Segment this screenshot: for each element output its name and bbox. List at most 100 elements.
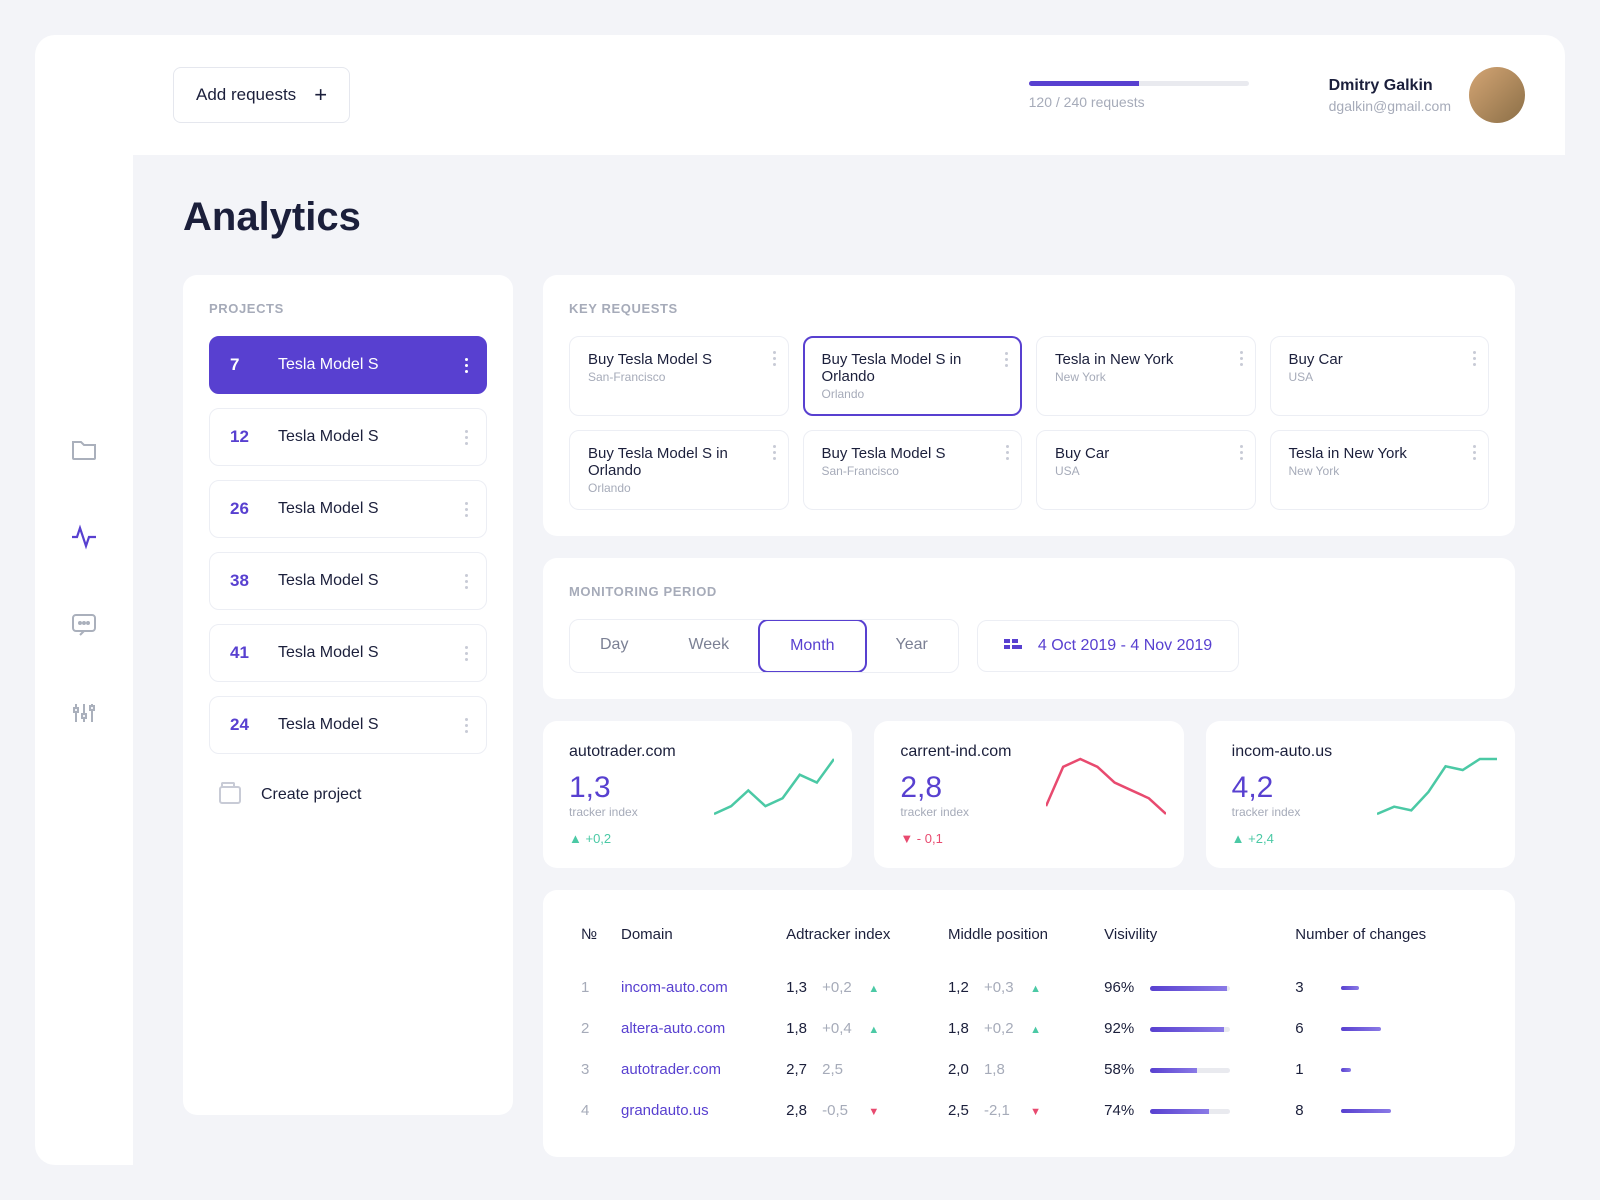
more-icon[interactable] (465, 646, 468, 661)
request-location: Orlando (588, 481, 770, 495)
request-card[interactable]: Tesla in New YorkNew York (1036, 336, 1256, 416)
cell-domain[interactable]: altera-auto.com (613, 1008, 778, 1049)
more-icon[interactable] (1006, 445, 1009, 460)
project-item[interactable]: 7Tesla Model S (209, 336, 487, 394)
project-number: 24 (230, 715, 254, 735)
more-icon[interactable] (465, 502, 468, 517)
domains-table-panel: № Domain Adtracker index Middle position… (543, 890, 1515, 1157)
project-name: Tesla Model S (278, 644, 379, 662)
more-icon[interactable] (1005, 352, 1008, 367)
cell-middle: 1,2+0,3 ▲ (940, 967, 1096, 1008)
request-title: Buy Tesla Model S (822, 445, 1004, 462)
tracker-card[interactable]: carrent-ind.com2,8tracker index▼ - 0,1 (874, 721, 1183, 868)
plus-icon: + (314, 84, 327, 106)
project-item[interactable]: 26Tesla Model S (209, 480, 487, 538)
cell-adtracker: 2,72,5 (778, 1049, 940, 1090)
more-icon[interactable] (1473, 351, 1476, 366)
create-project-button[interactable]: Create project (209, 768, 487, 822)
key-requests-heading: KEY REQUESTS (569, 301, 1489, 316)
monitoring-period-panel: MONITORING PERIOD Day Week Month Year 4 … (543, 558, 1515, 699)
settings-icon[interactable] (70, 699, 98, 727)
projects-heading: PROJECTS (209, 301, 487, 316)
domains-table: № Domain Adtracker index Middle position… (573, 916, 1485, 1131)
cell-changes: 3 (1287, 967, 1485, 1008)
cell-adtracker: 1,8+0,4 ▲ (778, 1008, 940, 1049)
projects-panel: PROJECTS 7Tesla Model S12Tesla Model S26… (183, 275, 513, 1115)
request-card[interactable]: Buy Tesla Model SSan-Francisco (569, 336, 789, 416)
user-name: Dmitry Galkin (1329, 77, 1451, 95)
more-icon[interactable] (465, 358, 468, 373)
cell-changes: 8 (1287, 1090, 1485, 1131)
more-icon[interactable] (465, 430, 468, 445)
topbar: Add requests + 120 / 240 requests Dmitry… (133, 35, 1565, 155)
cell-domain[interactable]: grandauto.us (613, 1090, 778, 1131)
monitoring-period-heading: MONITORING PERIOD (569, 584, 1489, 599)
cell-middle: 1,8+0,2 ▲ (940, 1008, 1096, 1049)
more-icon[interactable] (773, 351, 776, 366)
project-name: Tesla Model S (278, 428, 379, 446)
sidebar (35, 35, 133, 1165)
tab-week[interactable]: Week (658, 620, 759, 672)
project-item[interactable]: 12Tesla Model S (209, 408, 487, 466)
tab-year[interactable]: Year (866, 620, 958, 672)
col-adtracker: Adtracker index (778, 916, 940, 967)
add-requests-label: Add requests (196, 85, 296, 105)
request-card[interactable]: Buy Tesla Model S in OrlandoOrlando (569, 430, 789, 510)
more-icon[interactable] (1473, 445, 1476, 460)
project-item[interactable]: 38Tesla Model S (209, 552, 487, 610)
request-title: Buy Car (1289, 351, 1471, 368)
tracker-delta: ▲ +2,4 (1232, 831, 1489, 846)
requests-quota-label: 120 / 240 requests (1029, 94, 1249, 110)
cell-num: 2 (573, 1008, 613, 1049)
request-location: USA (1289, 370, 1471, 384)
more-icon[interactable] (465, 574, 468, 589)
cell-num: 3 (573, 1049, 613, 1090)
request-card[interactable]: Buy Tesla Model S in OrlandoOrlando (803, 336, 1023, 416)
date-range-picker[interactable]: 4 Oct 2019 - 4 Nov 2019 (977, 620, 1239, 672)
tracker-card[interactable]: incom-auto.us4,2tracker index▲ +2,4 (1206, 721, 1515, 868)
table-row: 1incom-auto.com1,3+0,2 ▲1,2+0,3 ▲96%3 (573, 967, 1485, 1008)
project-item[interactable]: 41 Tesla Model S (209, 624, 487, 682)
cell-visibility: 74% (1096, 1090, 1287, 1131)
cell-num: 4 (573, 1090, 613, 1131)
request-card[interactable]: Buy CarUSA (1036, 430, 1256, 510)
request-title: Tesla in New York (1289, 445, 1471, 462)
cell-domain[interactable]: incom-auto.com (613, 967, 778, 1008)
sparkline-chart (714, 749, 834, 819)
cell-visibility: 58% (1096, 1049, 1287, 1090)
tab-day[interactable]: Day (570, 620, 658, 672)
project-number: 38 (230, 571, 254, 591)
col-domain: Domain (613, 916, 778, 967)
request-location: New York (1289, 464, 1471, 478)
requests-quota: 120 / 240 requests (1029, 81, 1249, 110)
more-icon[interactable] (773, 445, 776, 460)
request-card[interactable]: Buy Car USA (1270, 336, 1490, 416)
avatar[interactable] (1469, 67, 1525, 123)
sparkline-chart (1377, 749, 1497, 819)
more-icon[interactable] (1240, 351, 1243, 366)
col-num: № (573, 916, 613, 967)
cell-domain[interactable]: autotrader.com (613, 1049, 778, 1090)
tab-month[interactable]: Month (758, 619, 866, 673)
user-menu[interactable]: Dmitry Galkin dgalkin@gmail.com (1329, 67, 1525, 123)
request-location: San-Francisco (588, 370, 770, 384)
request-card[interactable]: Buy Tesla Model SSan-Francisco (803, 430, 1023, 510)
project-number: 26 (230, 499, 254, 519)
tracker-card[interactable]: autotrader.com1,3tracker index▲ +0,2 (543, 721, 852, 868)
project-item[interactable]: 24 Tesla Model S (209, 696, 487, 754)
project-number: 7 (230, 355, 254, 375)
cell-adtracker: 2,8-0,5 ▼ (778, 1090, 940, 1131)
folder-icon[interactable] (70, 435, 98, 463)
table-row: 2altera-auto.com1,8+0,4 ▲1,8+0,2 ▲92%6 (573, 1008, 1485, 1049)
project-number: 41 (230, 643, 254, 663)
add-requests-button[interactable]: Add requests + (173, 67, 350, 123)
project-name: Tesla Model S (278, 716, 379, 734)
activity-icon[interactable] (70, 523, 98, 551)
col-middle: Middle position (940, 916, 1096, 967)
request-card[interactable]: Tesla in New York New York (1270, 430, 1490, 510)
cell-changes: 6 (1287, 1008, 1485, 1049)
more-icon[interactable] (1240, 445, 1243, 460)
more-icon[interactable] (465, 718, 468, 733)
period-tabs: Day Week Month Year (569, 619, 959, 673)
chat-icon[interactable] (70, 611, 98, 639)
